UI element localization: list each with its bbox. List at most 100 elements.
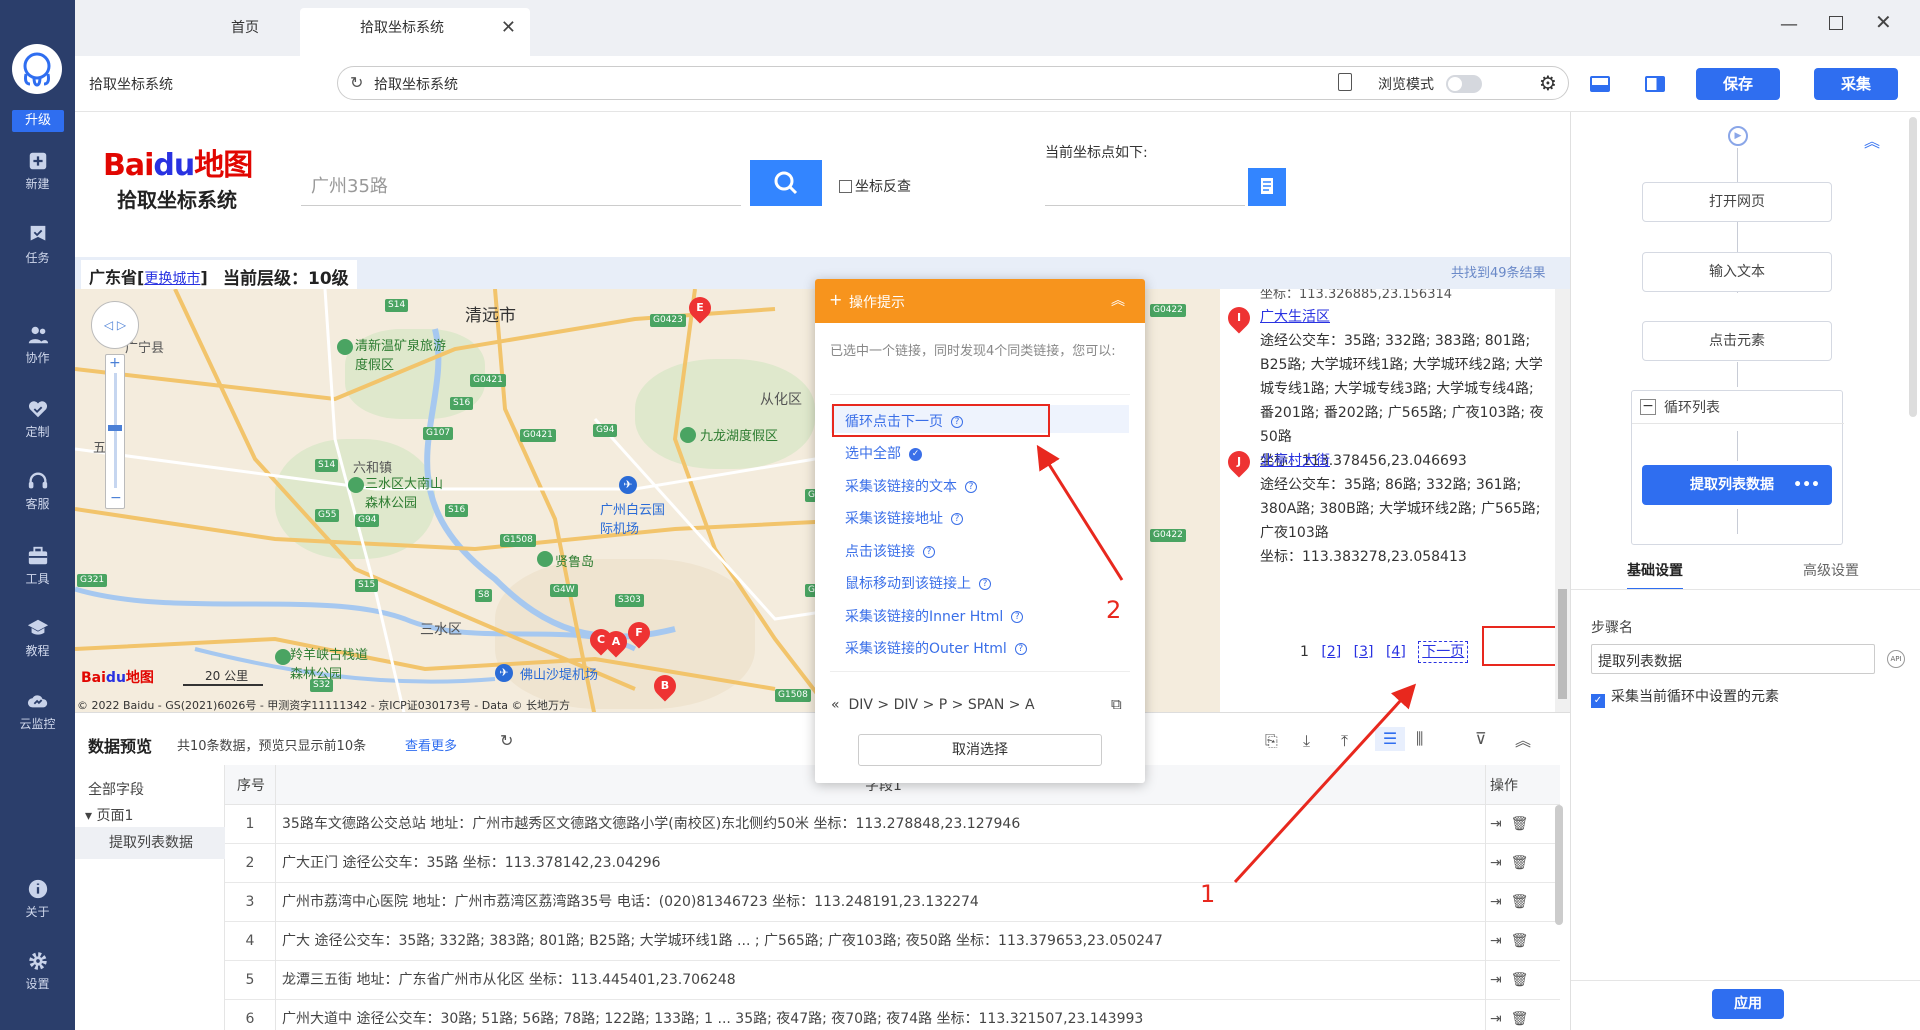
- api-icon[interactable]: API: [1887, 650, 1905, 668]
- open-icon[interactable]: ⇥: [1490, 855, 1502, 871]
- loop-container[interactable]: − 循环列表 提取列表数据 •••: [1631, 390, 1844, 545]
- copy-coord-button[interactable]: [1248, 168, 1286, 206]
- tree-field[interactable]: 提取列表数据: [75, 827, 225, 859]
- zoom-handle[interactable]: [108, 425, 122, 431]
- download-icon[interactable]: ⤓: [1303, 731, 1310, 751]
- tab-basic-settings[interactable]: 基础设置: [1627, 560, 1683, 590]
- open-icon[interactable]: ⇥: [1490, 1011, 1502, 1027]
- nav-tasks[interactable]: 任务: [0, 224, 75, 266]
- close-tab-icon[interactable]: ✕: [501, 8, 516, 48]
- collapse-loop-icon[interactable]: −: [1640, 399, 1656, 415]
- apply-button[interactable]: 应用: [1712, 989, 1784, 1019]
- option-outer-html[interactable]: 采集该链接的Outer Html?: [845, 638, 1027, 658]
- minimize-icon[interactable]: —: [1780, 14, 1798, 35]
- table-row[interactable]: 6 广州大道中 途径公交车：30路; 51路; 56路; 78路; 122路; 1…: [225, 1000, 1560, 1030]
- path-node[interactable]: SPAN: [968, 697, 1004, 713]
- map-marker-f[interactable]: F: [623, 617, 655, 649]
- result-title-link[interactable]: 北亭村大街: [1260, 453, 1330, 469]
- more-options-icon[interactable]: •••: [1793, 465, 1820, 505]
- external-link-icon[interactable]: ⧉: [1111, 695, 1122, 713]
- tab-home[interactable]: 首页: [170, 8, 320, 56]
- option-inner-html[interactable]: 采集该链接的Inner Html?: [845, 606, 1024, 626]
- play-icon[interactable]: ▶: [1728, 126, 1748, 146]
- upload-icon[interactable]: ⤒: [1341, 731, 1348, 751]
- nav-collab[interactable]: 协作: [0, 324, 75, 366]
- next-page-link[interactable]: 下一页: [1418, 641, 1469, 663]
- cancel-selection-button[interactable]: 取消选择: [858, 734, 1102, 766]
- page-link[interactable]: [3]: [1354, 644, 1374, 660]
- open-icon[interactable]: ⇥: [1490, 894, 1502, 910]
- layout-side-icon[interactable]: [1645, 76, 1665, 92]
- url-text[interactable]: 拾取坐标系统: [374, 74, 458, 94]
- result-scrollbar[interactable]: [1555, 289, 1570, 712]
- collect-button[interactable]: 采集: [1814, 68, 1898, 100]
- zoom-in-icon[interactable]: +: [109, 355, 121, 371]
- double-chevron-left-icon[interactable]: «: [831, 697, 840, 713]
- browse-mode-toggle[interactable]: [1446, 75, 1482, 93]
- step-extract-list[interactable]: 提取列表数据 •••: [1642, 465, 1832, 505]
- column-view-icon[interactable]: ⫼: [1416, 729, 1423, 749]
- refresh-icon[interactable]: ↻: [350, 73, 363, 92]
- map-pan-control[interactable]: ◁ ▷: [91, 301, 139, 349]
- nav-custom[interactable]: 定制: [0, 398, 75, 440]
- map-search-input[interactable]: 广州35路: [301, 160, 741, 206]
- table-row[interactable]: 3 广州市荔湾中心医院 地址：广州市荔湾区荔湾路35号 电话：(020)81346…: [225, 883, 1560, 922]
- nav-support[interactable]: 客服: [0, 470, 75, 512]
- option-loop-next-page[interactable]: 循环点击下一页?: [845, 411, 963, 431]
- upgrade-button[interactable]: 升级: [12, 110, 64, 132]
- nav-settings[interactable]: 设置: [0, 950, 75, 992]
- checkbox-icon[interactable]: [839, 180, 852, 193]
- path-node[interactable]: P: [939, 697, 947, 713]
- app-logo[interactable]: [12, 44, 62, 94]
- result-title-link[interactable]: 广大生活区: [1260, 309, 1330, 325]
- close-window-icon[interactable]: ✕: [1875, 10, 1892, 34]
- step-input-text[interactable]: 输入文本: [1642, 252, 1832, 292]
- collapse-icon[interactable]: ︽: [1111, 290, 1125, 310]
- restore-icon[interactable]: [1829, 16, 1843, 30]
- tab-advanced-settings[interactable]: 高级设置: [1803, 560, 1859, 580]
- map-marker-e[interactable]: E: [684, 292, 716, 324]
- table-row[interactable]: 2 广大正门 途径公交车：35路 坐标：113.378142,23.04296 ⇥ …: [225, 844, 1560, 883]
- layout-bottom-icon[interactable]: [1590, 76, 1610, 92]
- table-row[interactable]: 4 广大 途径公交车：35路; 332路; 383路; 801路; B25路; 大…: [225, 922, 1560, 961]
- nav-tools[interactable]: 工具: [0, 545, 75, 587]
- tree-all-fields[interactable]: 全部字段: [88, 779, 144, 799]
- panel-scrollbar[interactable]: [1909, 117, 1917, 417]
- checkbox-checked-icon[interactable]: ✓: [1591, 694, 1605, 708]
- nav-about[interactable]: 关于: [0, 878, 75, 920]
- delete-icon[interactable]: 🗑: [1511, 1011, 1529, 1027]
- collapse-up-icon[interactable]: ︽: [1864, 128, 1880, 152]
- path-node[interactable]: A: [1025, 697, 1035, 713]
- map-zoom-slider[interactable]: + −: [105, 354, 125, 509]
- collect-loop-element-checkbox[interactable]: ✓ 采集当前循环中设置的元素: [1591, 686, 1779, 708]
- collapse-up-icon[interactable]: ︽: [1515, 727, 1531, 751]
- delete-icon[interactable]: 🗑: [1511, 816, 1529, 832]
- url-bar[interactable]: ↻ 拾取坐标系统 浏览模式: [337, 66, 1569, 100]
- refresh-icon[interactable]: ↻: [500, 731, 513, 750]
- open-icon[interactable]: ⇥: [1490, 972, 1502, 988]
- option-collect-text[interactable]: 采集该链接的文本?: [845, 476, 977, 496]
- path-node[interactable]: DIV: [848, 697, 873, 713]
- delete-icon[interactable]: 🗑: [1511, 972, 1529, 988]
- filter-icon[interactable]: ⊽: [1475, 729, 1487, 748]
- delete-icon[interactable]: 🗑: [1511, 933, 1529, 949]
- nav-cloud-monitor[interactable]: 云监控: [0, 690, 75, 732]
- open-icon[interactable]: ⇥: [1490, 933, 1502, 949]
- step-open-page[interactable]: 打开网页: [1642, 182, 1832, 222]
- tree-page[interactable]: ▾ 页面1: [85, 805, 133, 825]
- delete-icon[interactable]: 🗑: [1511, 855, 1529, 871]
- document-edit-icon[interactable]: [1338, 73, 1352, 91]
- view-more-link[interactable]: 查看更多: [405, 735, 457, 754]
- add-page-icon[interactable]: ⎘: [1265, 731, 1278, 751]
- open-icon[interactable]: ⇥: [1490, 816, 1502, 832]
- reverse-lookup-checkbox[interactable]: 坐标反查: [839, 176, 911, 196]
- map-marker-b[interactable]: B: [649, 670, 681, 702]
- option-hover-link[interactable]: 鼠标移动到该链接上?: [845, 573, 991, 593]
- table-row[interactable]: 1 35路车文德路公交总站 地址：广州市越秀区文德路文德路小学(南校区)东北侧约5…: [225, 805, 1560, 844]
- option-collect-url[interactable]: 采集该链接地址?: [845, 508, 963, 528]
- save-button[interactable]: 保存: [1696, 68, 1780, 100]
- zoom-out-icon[interactable]: −: [110, 490, 122, 506]
- option-select-all[interactable]: 选中全部 ✓: [845, 443, 922, 463]
- delete-icon[interactable]: 🗑: [1511, 894, 1529, 910]
- list-view-icon[interactable]: ☰: [1375, 727, 1405, 751]
